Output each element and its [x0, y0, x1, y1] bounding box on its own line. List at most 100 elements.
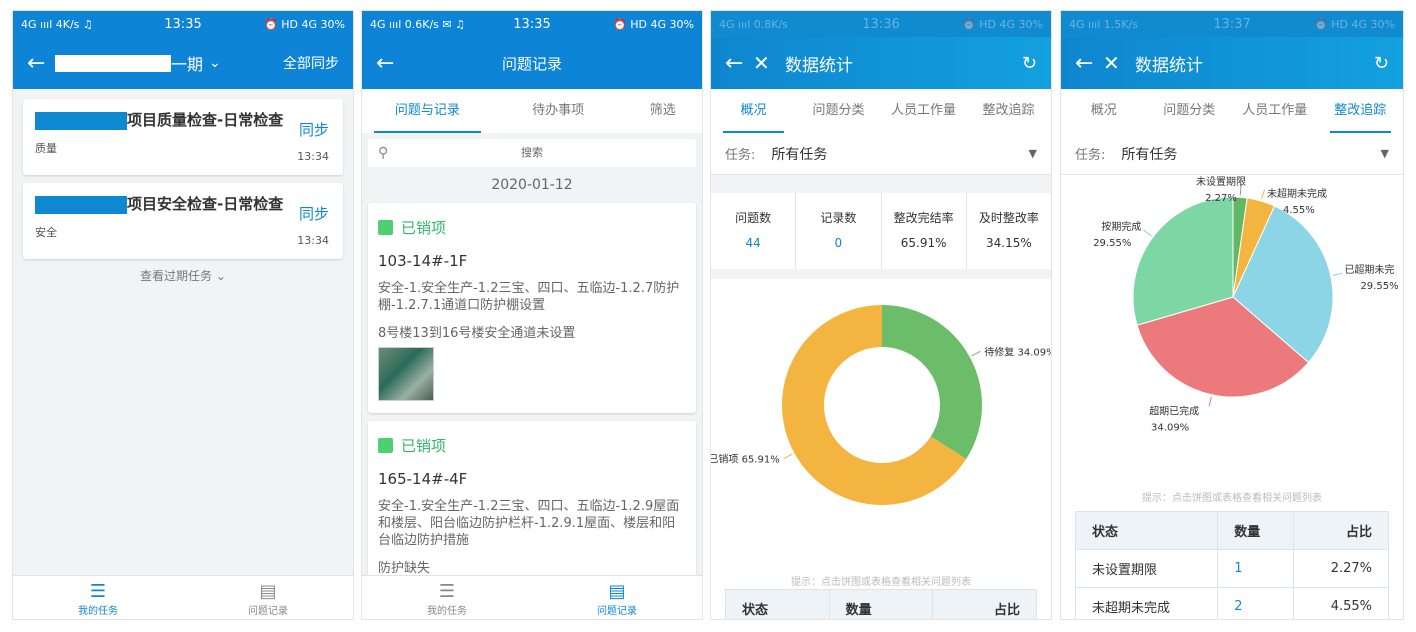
slice-value-label: 29.55% — [1093, 238, 1131, 249]
stats-table: 状态 数量 占比 — [725, 589, 1037, 619]
app-header: ← 问题记录 — [362, 37, 702, 89]
back-arrow-icon[interactable]: ← — [376, 51, 404, 76]
slice-label: 已销项 65.91% — [711, 453, 780, 466]
tab-workload[interactable]: 人员工作量 — [1232, 89, 1318, 133]
hint-text: 提示：点击饼图或表格查看相关问题列表 — [1142, 493, 1322, 504]
task-card[interactable]: 项目安全检查-日常检查 安全 同步 13:34 — [23, 183, 343, 259]
hint-text: 提示：点击饼图或表格查看相关问题列表 — [791, 577, 971, 588]
stats-row: 问题数 44 记录数 0 整改完结率 65.91% 及时整改率 34.15% — [711, 193, 1051, 269]
label-leader-line — [1143, 229, 1152, 237]
slice-value-label: 29.55% — [1360, 281, 1398, 292]
close-icon[interactable]: ✕ — [1103, 51, 1131, 75]
record-note: 防护缺失 — [378, 561, 431, 576]
pie-chart[interactable]: 未设置期限 2.27% 未超期未完成 4.55% 已超期未完 29.55% 超期已完成 34.… — [1061, 175, 1404, 485]
status-badge: 已销项 — [378, 435, 686, 456]
search-input[interactable]: ⚲ 搜索 — [368, 139, 696, 167]
tab-my-tasks[interactable]: ☰ 我的任务 — [13, 576, 183, 619]
col-status: 状态 — [1074, 511, 1219, 550]
project-name-redacted — [35, 195, 127, 214]
table-row[interactable]: 未超期未完成 2 4.55% — [1074, 587, 1390, 619]
top-tabs: 概况 问题分类 人员工作量 整改追踪 — [711, 89, 1051, 133]
phone-screen-rectification-tracking: 4G ıııl 1.5K/s 13:37 ⏰ HD 4G 30% ← ✕ 数据统… — [1060, 10, 1404, 620]
app-header: ← ✕ 数据统计 ↻ — [711, 37, 1051, 89]
list-icon: ☰ — [438, 581, 456, 602]
stat-value[interactable]: 44 — [711, 236, 795, 250]
tab-issue-records[interactable]: ▤ 问题记录 — [183, 576, 353, 619]
tracking-table: 状态 数量 占比 未设置期限 1 2.27% 未超期未完成 2 4.55% — [1074, 511, 1390, 619]
status-label: 已销项 — [401, 219, 447, 237]
status-time: 13:35 — [513, 16, 551, 32]
pie-chart-panel: 未设置期限 2.27% 未超期未完成 4.55% 已超期未完 29.55% 超期已完成 34.… — [1061, 175, 1403, 511]
stat-label: 记录数 — [820, 211, 857, 225]
status-bar: 4G ıııl 1.5K/s 13:37 ⏰ HD 4G 30% — [1061, 11, 1403, 37]
status-bar: 4G ıııl 0.8K/s 13:36 ⏰ HD 4G 30% — [711, 11, 1051, 37]
label-leader-line — [1261, 189, 1266, 200]
task-card[interactable]: 项目质量检查-日常检查 质量 同步 13:34 — [23, 99, 343, 175]
tab-overview[interactable]: 概况 — [711, 89, 796, 133]
phone-screen-my-tasks: 4G ıııl 4K/s ♫ 13:35 ⏰ HD 4G 30% ← 一期 ⌄ … — [12, 10, 354, 620]
record-card[interactable]: 已销项 103-14#-1F 安全-1.安全生产-1.2三宝、四口、五临边-1.… — [368, 203, 696, 413]
back-arrow-icon[interactable]: ← — [725, 51, 753, 76]
tab-my-tasks[interactable]: ☰ 我的任务 — [362, 576, 532, 619]
col-status: 状态 — [725, 589, 830, 619]
document-icon: ▤ — [608, 581, 626, 602]
donut-slice[interactable] — [882, 305, 982, 460]
search-icon: ⚲ — [378, 145, 389, 161]
cell-count[interactable]: 2 — [1217, 587, 1294, 619]
tab-issues-and-records[interactable]: 问题与记录 — [362, 89, 493, 133]
cell-status: 未超期未完成 — [1074, 587, 1219, 619]
tab-rectification-tracking[interactable]: 整改追踪 — [1318, 89, 1404, 133]
document-icon: ▤ — [259, 581, 277, 602]
stat-label: 及时整改率 — [978, 211, 1039, 225]
stat-value[interactable]: 0 — [796, 236, 880, 250]
tab-issue-category[interactable]: 问题分类 — [1147, 89, 1233, 133]
record-photo[interactable] — [378, 347, 434, 401]
tab-issue-records[interactable]: ▤ 问题记录 — [532, 576, 702, 619]
task-value: 所有任务 — [771, 146, 828, 163]
sync-button[interactable]: 同步 — [299, 203, 329, 224]
cell-status: 未设置期限 — [1074, 549, 1219, 588]
expired-tasks-link[interactable]: 查看过期任务 ⌄ — [13, 267, 353, 284]
tab-overview[interactable]: 概况 — [1061, 89, 1147, 133]
slice-name-label: 超期已完成 — [1149, 404, 1199, 417]
task-selector[interactable]: 任务: 所有任务 ▼ — [711, 133, 1051, 175]
tab-todo[interactable]: 待办事项 — [493, 89, 624, 133]
phone-screen-issue-records: 4G ıııl 0.6K/s ✉ ♫ 13:35 ⏰ HD 4G 30% ← 问… — [361, 10, 703, 620]
sync-button[interactable]: 同步 — [299, 119, 329, 140]
cell-count[interactable]: 1 — [1217, 549, 1294, 588]
task-label: 任务: — [1075, 148, 1106, 163]
task-value: 所有任务 — [1121, 146, 1178, 163]
chevron-down-icon: ⌄ — [215, 269, 226, 283]
tab-label: 我的任务 — [427, 606, 467, 617]
col-ratio: 占比 — [1292, 511, 1390, 550]
label-leader-line — [1208, 396, 1212, 407]
status-square-icon — [378, 438, 393, 453]
record-code: 165-14#-4F — [378, 470, 468, 488]
sync-all-button[interactable]: 全部同步 — [283, 53, 339, 73]
task-selector[interactable]: 任务: 所有任务 ▼ — [1061, 133, 1403, 175]
donut-chart[interactable]: 待修复 34.09% 已销项 65.91% — [711, 279, 1052, 569]
task-label: 任务: — [725, 148, 756, 163]
task-time: 13:34 — [297, 234, 329, 247]
chevron-down-icon[interactable]: ⌄ — [209, 55, 221, 71]
back-arrow-icon[interactable]: ← — [27, 51, 55, 76]
task-title: 项目安全检查-日常检查 — [127, 195, 284, 213]
bottom-tab-bar: ☰ 我的任务 ▤ 问题记录 — [13, 575, 353, 619]
tab-filter[interactable]: 筛选 — [624, 89, 702, 133]
status-right: ⏰ HD 4G 30% — [962, 17, 1043, 31]
close-icon[interactable]: ✕ — [753, 51, 781, 75]
stat-label: 整改完结率 — [893, 211, 954, 225]
tab-rectification-tracking[interactable]: 整改追踪 — [966, 89, 1051, 133]
refresh-icon[interactable]: ↻ — [1022, 53, 1037, 74]
tab-issue-category[interactable]: 问题分类 — [796, 89, 881, 133]
donut-chart-panel: 待修复 34.09% 已销项 65.91% 提示：点击饼图或表格查看相关问题列表 — [711, 279, 1051, 589]
refresh-icon[interactable]: ↻ — [1374, 53, 1389, 74]
tab-workload[interactable]: 人员工作量 — [881, 89, 966, 133]
project-name-redacted — [35, 111, 127, 130]
table-row[interactable]: 未设置期限 1 2.27% — [1074, 549, 1390, 588]
back-arrow-icon[interactable]: ← — [1075, 51, 1103, 76]
tab-label: 问题记录 — [597, 606, 637, 617]
dropdown-arrow-icon: ▼ — [1380, 147, 1389, 160]
page-title: 数据统计 — [1135, 55, 1203, 76]
expired-tasks-label: 查看过期任务 — [140, 269, 213, 283]
